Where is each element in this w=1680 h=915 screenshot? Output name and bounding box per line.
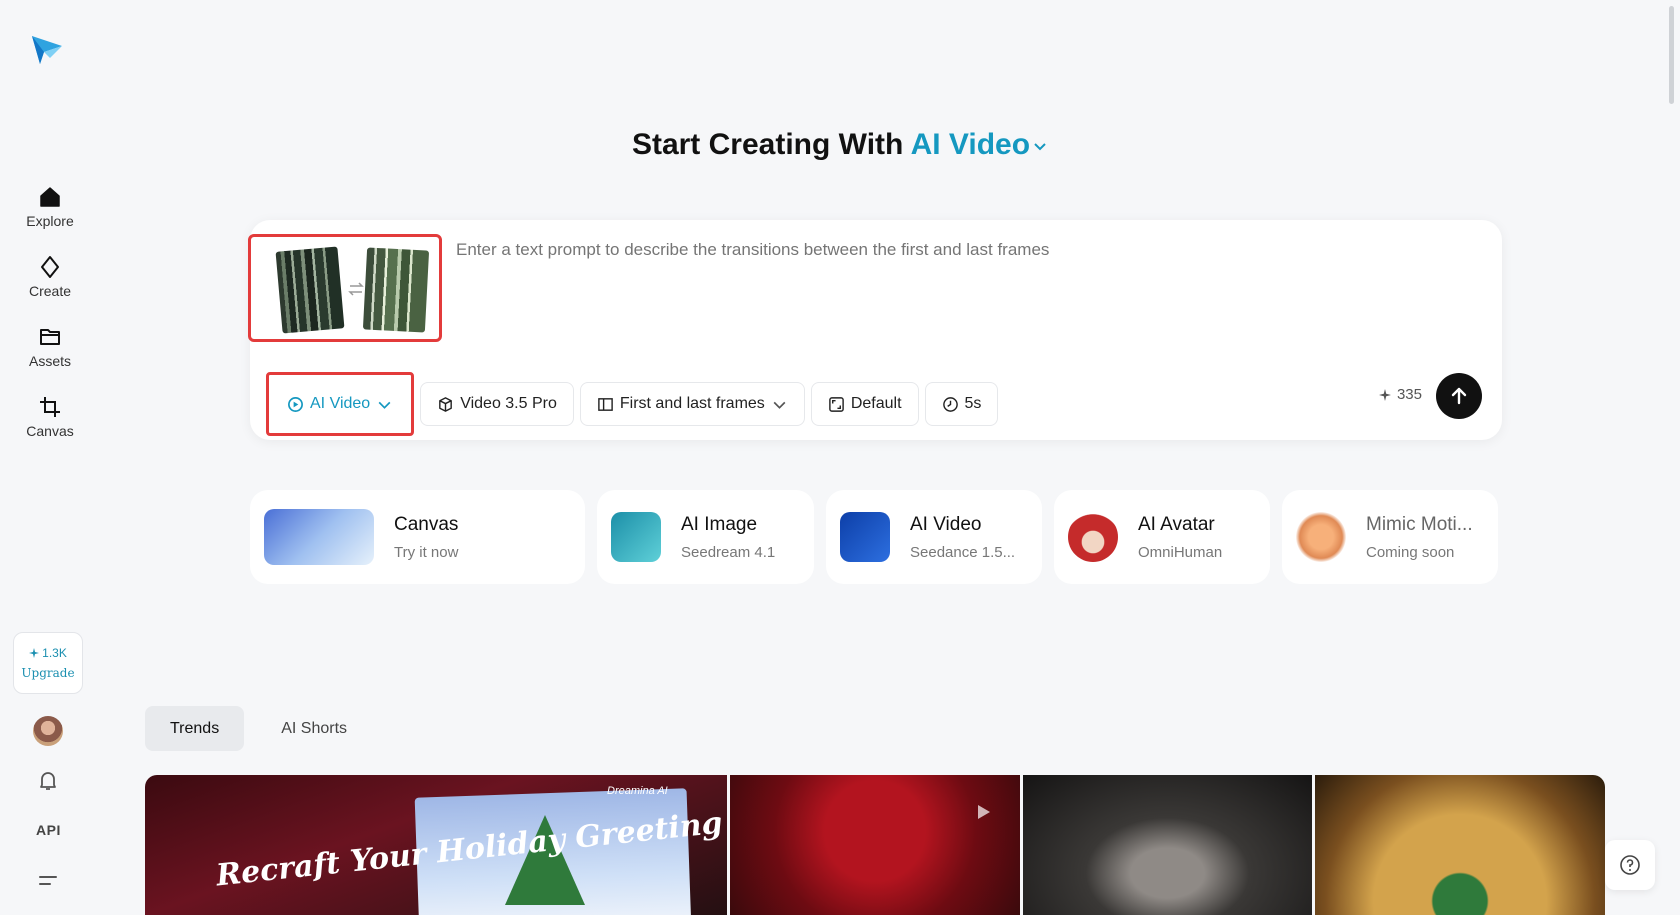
title-mode-dropdown[interactable]: AI Video [911, 128, 1048, 161]
gallery-item[interactable] [1023, 775, 1313, 915]
duration-label: 5s [964, 395, 982, 412]
generate-button[interactable] [1436, 373, 1482, 419]
aspect-ratio-icon [828, 396, 844, 412]
sidebar-item-label: Assets [28, 353, 71, 369]
model-select-label: Video 3.5 Pro [460, 395, 557, 412]
feature-card-text: AI Avatar OmniHuman [1138, 514, 1222, 561]
aspect-ratio-label: Default [850, 395, 902, 412]
feature-name: Mimic Moti... [1366, 513, 1473, 535]
feature-card-text: Canvas Try it now [394, 514, 458, 561]
ai-avatar-thumbnail [1068, 512, 1118, 562]
sidebar-nav: Explore Create Assets Canvas [0, 172, 100, 452]
title-mode-label: AI Video [910, 128, 1031, 161]
crop-icon [40, 397, 60, 417]
help-button[interactable] [1605, 840, 1655, 890]
generation-cost-value: 335 [1396, 386, 1422, 403]
clock-icon [942, 396, 958, 412]
mode-select[interactable]: AI Video [266, 372, 415, 436]
feature-card-text: Mimic Moti... Coming soon [1366, 514, 1473, 561]
sparkle-icon [29, 648, 40, 658]
frames-upload-box[interactable] [248, 234, 442, 342]
gallery-item[interactable] [1315, 775, 1605, 915]
bell-icon[interactable] [36, 768, 60, 792]
feature-sub: Seedream 4.1 [681, 543, 776, 561]
feature-sub: OmniHuman [1138, 543, 1223, 561]
chevron-down-icon [773, 401, 786, 409]
sidebar-item-label: Canvas [26, 423, 74, 439]
ai-video-thumbnail [840, 512, 890, 562]
feature-card-ai-video[interactable]: AI Video Seedance 1.5... [826, 490, 1042, 584]
menu-icon[interactable] [37, 870, 59, 892]
app-logo-icon[interactable] [30, 32, 64, 66]
feature-name: Canvas [394, 513, 459, 535]
feature-card-text: AI Video Seedance 1.5... [910, 514, 1015, 561]
api-link[interactable]: API [36, 822, 61, 838]
diamond-icon [41, 256, 59, 278]
feature-sub: Seedance 1.5... [910, 543, 1016, 561]
feature-card-text: AI Image Seedream 4.1 [681, 514, 775, 561]
feature-name: AI Avatar [1138, 513, 1215, 535]
first-frame-thumbnail[interactable] [275, 246, 345, 334]
sidebar-item-create[interactable]: Create [0, 242, 100, 312]
feature-card-ai-avatar[interactable]: AI Avatar OmniHuman [1054, 490, 1270, 584]
upgrade-link[interactable]: Upgrade [21, 666, 74, 680]
sparkle-icon [1378, 388, 1391, 401]
tab-trends[interactable]: Trends [145, 706, 245, 751]
prompt-card: AI Video Video 3.5 Pro First and last fr… [248, 220, 1502, 440]
feature-name: AI Image [681, 513, 758, 535]
frames-mode-select[interactable]: First and last frames [579, 382, 805, 426]
frames-mode-label: First and last frames [619, 395, 765, 412]
last-frame-thumbnail[interactable] [362, 247, 430, 333]
sidebar-item-assets[interactable]: Assets [0, 312, 100, 382]
arrow-up-icon [1451, 387, 1467, 405]
credit-count: 1.3K [29, 646, 67, 660]
feature-card-mimic-motion[interactable]: Mimic Moti... Coming soon [1282, 490, 1498, 584]
play-icon [978, 805, 991, 819]
gallery-watermark: Dreamina AI [607, 785, 668, 797]
sidebar-item-label: Create [28, 283, 72, 299]
aspect-ratio-select[interactable]: Default [810, 382, 919, 426]
feature-cards: Canvas Try it now AI Image Seedream 4.1 … [250, 490, 1498, 584]
prompt-input[interactable] [456, 240, 1456, 260]
prompt-toolbar: AI Video Video 3.5 Pro First and last fr… [266, 372, 999, 436]
swap-icon[interactable] [348, 281, 364, 297]
credit-count-value: 1.3K [42, 646, 67, 660]
ai-image-thumbnail [611, 512, 661, 562]
gallery-item[interactable] [729, 775, 1021, 915]
mode-select-label: AI Video [310, 395, 371, 412]
video-mode-icon [288, 396, 303, 412]
duration-select[interactable]: 5s [924, 382, 999, 426]
sidebar-item-explore[interactable]: Explore [0, 172, 100, 242]
tab-ai-shorts[interactable]: AI Shorts [256, 706, 372, 751]
page-scrollbar[interactable] [1669, 6, 1674, 104]
avatar[interactable] [33, 716, 63, 746]
sidebar-item-canvas[interactable]: Canvas [0, 382, 100, 452]
generation-cost: 335 [1378, 386, 1422, 403]
sidebar-item-label: Explore [26, 213, 74, 229]
feature-card-canvas[interactable]: Canvas Try it now [250, 490, 585, 584]
question-icon [1620, 855, 1640, 875]
page-title: Start Creating With AI Video [0, 128, 1680, 162]
trends-gallery: Recraft Your Holiday Greeting Dreamina A… [145, 775, 1605, 915]
model-select[interactable]: Video 3.5 Pro [420, 382, 574, 426]
gallery-item[interactable]: Recraft Your Holiday Greeting Dreamina A… [145, 775, 727, 915]
feature-sub: Coming soon [1366, 543, 1455, 561]
feature-card-ai-image[interactable]: AI Image Seedream 4.1 [597, 490, 814, 584]
feature-sub: Try it now [394, 543, 459, 561]
title-prefix: Start Creating With [631, 128, 904, 161]
content-tabs: Trends AI Shorts [145, 706, 372, 751]
chevron-down-icon [1034, 143, 1046, 151]
credits-upgrade-box[interactable]: 1.3K Upgrade [13, 632, 83, 694]
chevron-down-icon [378, 401, 391, 409]
folder-icon [40, 329, 60, 345]
cube-icon [439, 396, 453, 412]
frames-icon [598, 397, 613, 411]
home-icon [40, 187, 60, 207]
canvas-thumbnail [264, 509, 374, 565]
mimic-motion-thumbnail [1296, 512, 1346, 562]
feature-name: AI Video [910, 513, 982, 535]
